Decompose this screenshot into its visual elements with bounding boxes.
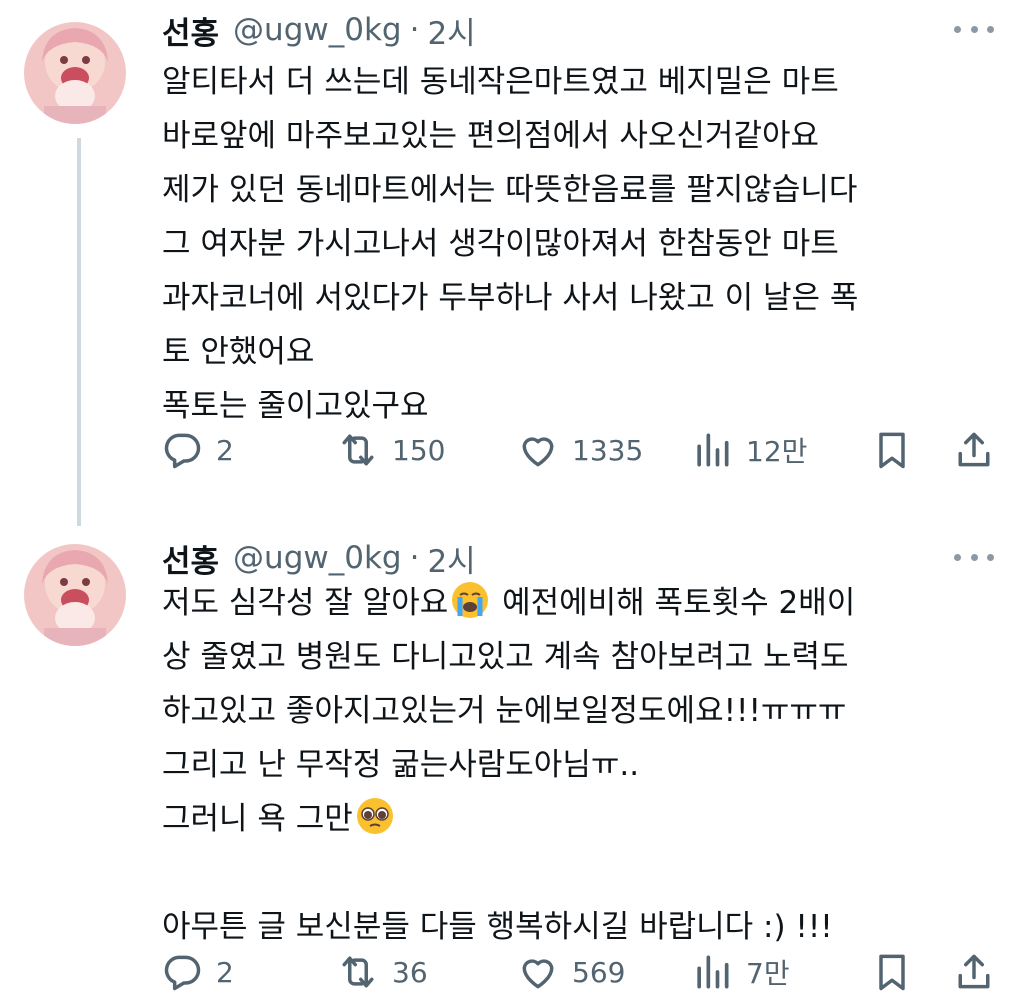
tweet-text: 알티타서 더 쓰는데 동네작은마트였고 베지밀은 마트바로앞에 마주보고있는 편…: [162, 55, 858, 433]
tweet-line: 그리고 난 무작정 굶는사람도아님ㅠ..: [162, 747, 640, 783]
avatar[interactable]: [24, 22, 126, 124]
like-count: 569: [572, 955, 626, 989]
separator-dot: ·: [409, 12, 420, 48]
tweet-header: 선홍 @ugw_0kg · 2시: [162, 8, 476, 52]
like-button[interactable]: 1335: [516, 428, 643, 472]
avatar-image: [24, 22, 126, 124]
share-button[interactable]: [952, 428, 996, 472]
views-icon: [697, 955, 729, 989]
share-icon: [958, 954, 990, 989]
author-handle[interactable]: @ugw_0kg: [233, 12, 402, 48]
like-icon: [522, 959, 554, 989]
author-handle[interactable]: @ugw_0kg: [233, 540, 402, 576]
line-text: 그러니 욕 그만: [162, 801, 353, 837]
retweet-icon: [342, 434, 374, 466]
tweet-line: ​: [162, 846, 855, 900]
bookmark-icon: [879, 954, 905, 991]
loudly-crying-face-icon: [452, 582, 489, 618]
author-name[interactable]: 선홍: [162, 536, 219, 581]
tweet-line: 과자코너에 서있다가 두부하나 사서 나왔고 이 날은 폭: [162, 280, 859, 316]
action-bar: 2 36 569 7만: [160, 950, 1000, 994]
share-button[interactable]: [952, 950, 996, 994]
avatar[interactable]: [24, 544, 126, 646]
more-icon[interactable]: [954, 14, 994, 44]
thread-line: [77, 138, 81, 526]
reply-icon: [164, 433, 201, 469]
bookmark-button[interactable]: [870, 428, 914, 472]
views-icon: [697, 433, 729, 467]
retweet-button[interactable]: 150: [336, 428, 445, 472]
tweet-line: 폭토는 줄이고있구요: [162, 388, 429, 424]
tweet-line: 하고있고 좋아지고있는거 눈에보일정도에요!!!ㅠㅠㅠ: [162, 693, 847, 729]
retweet-count: 36: [392, 955, 428, 989]
avatar-image: [24, 544, 126, 646]
pleading-face-icon: [356, 798, 393, 834]
reply-count: 2: [216, 433, 234, 467]
tweet-line: 토 안했어요: [162, 334, 315, 370]
bookmark-icon: [879, 432, 905, 469]
tweet-time[interactable]: 2시: [427, 8, 475, 53]
line-text: 예전에비해 폭토횟수 2배이: [492, 585, 856, 621]
retweet-icon: [342, 956, 374, 988]
tweet-line: 알티타서 더 쓰는데 동네작은마트였고 베지밀은 마트: [162, 64, 839, 100]
tweet-header: 선홍 @ugw_0kg · 2시: [162, 536, 476, 580]
like-button[interactable]: 569: [516, 950, 625, 994]
separator-dot: ·: [409, 540, 420, 576]
retweet-button[interactable]: 36: [336, 950, 428, 994]
reply-icon: [164, 955, 201, 991]
tweet-line: 그 여자분 가시고나서 생각이많아져서 한참동안 마트: [162, 226, 839, 262]
views-button[interactable]: 12만: [690, 428, 807, 472]
share-icon: [958, 432, 990, 467]
tweet-line: 제가 있던 동네마트에서는 따뜻한음료를 팔지않습니다: [162, 172, 858, 208]
tweet[interactable]: 선홍 @ugw_0kg · 2시 저도 심각성 잘 알아요 예전에비해 폭토횟수…: [0, 528, 1024, 1008]
reply-button[interactable]: 2: [160, 950, 234, 994]
tweet-line: 그러니 욕 그만​: [162, 792, 855, 846]
like-count: 1335: [572, 433, 644, 467]
views-count: 7만: [746, 957, 790, 990]
views-button[interactable]: 7만: [690, 950, 790, 994]
reply-button[interactable]: 2: [160, 428, 234, 472]
tweet-line: 아무튼 글 보신분들 다들 행복하시길 바랍니다 :) !!!: [162, 909, 833, 945]
more-icon[interactable]: [954, 542, 994, 572]
reply-count: 2: [216, 955, 234, 989]
action-bar: 2 150 1335 12만: [160, 428, 1000, 472]
tweet-line: 저도 심각성 잘 알아요 예전에비해 폭토횟수 2배이: [162, 576, 855, 630]
tweet-text: 저도 심각성 잘 알아요 예전에비해 폭토횟수 2배이상 줄였고 병원도 다니고…: [162, 576, 855, 954]
tweet[interactable]: 선홍 @ugw_0kg · 2시 알티타서 더 쓰는데 동네작은마트였고 베지밀…: [0, 0, 1024, 526]
line-text: 저도 심각성 잘 알아요: [162, 585, 449, 621]
views-count: 12만: [746, 435, 808, 468]
tweet-time[interactable]: 2시: [427, 536, 475, 581]
author-name[interactable]: 선홍: [162, 8, 219, 53]
tweet-line: 상 줄였고 병원도 다니고있고 계속 참아보려고 노력도: [162, 639, 849, 675]
like-icon: [522, 437, 554, 467]
bookmark-button[interactable]: [870, 950, 914, 994]
tweet-line: 바로앞에 마주보고있는 편의점에서 사오신거같아요: [162, 118, 820, 154]
retweet-count: 150: [392, 433, 446, 467]
